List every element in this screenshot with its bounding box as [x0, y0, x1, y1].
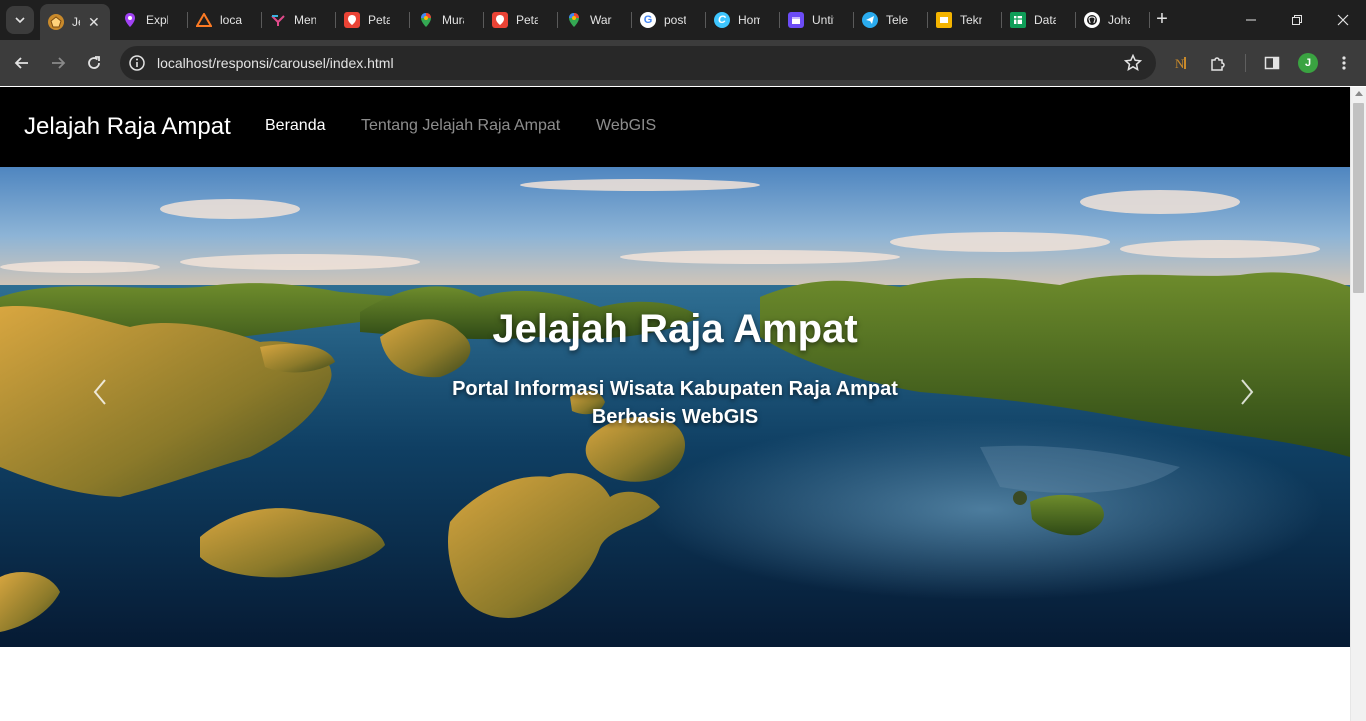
tab-title: postgis: [664, 13, 686, 27]
new-tab-button[interactable]: +: [1152, 8, 1172, 32]
tab-title: Explore: [146, 13, 168, 27]
site-navbar: Jelajah Raja Ampat Beranda Tentang Jelaj…: [0, 87, 1350, 167]
nav-link-tentang[interactable]: Tentang Jelajah Raja Ampat: [361, 117, 560, 135]
page-viewport: Jelajah Raja Ampat Beranda Tentang Jelaj…: [0, 87, 1350, 721]
carousel-next-button[interactable]: [1227, 367, 1267, 417]
tab-home[interactable]: C Home: [706, 4, 780, 36]
minimize-button[interactable]: [1228, 0, 1274, 40]
close-icon[interactable]: ✕: [88, 15, 100, 29]
tab-title: Telegram: [886, 13, 908, 27]
google-slides-icon: [936, 12, 952, 28]
minimize-icon: [1246, 19, 1256, 21]
chevron-right-icon: [1241, 379, 1254, 405]
red-pin-icon: [492, 12, 508, 28]
calendar-app-icon: [788, 12, 804, 28]
tab-title: Johan: [1108, 13, 1130, 27]
svg-text:N: N: [1175, 56, 1185, 71]
tab-explore[interactable]: Explore: [114, 4, 188, 36]
nav-link-beranda[interactable]: Beranda: [265, 117, 326, 135]
forward-button[interactable]: [46, 51, 70, 75]
info-icon[interactable]: [128, 54, 146, 72]
google-g-icon: G: [640, 12, 656, 28]
extensions-puzzle-icon[interactable]: [1208, 53, 1228, 73]
tab-teknik[interactable]: Teknik: [928, 4, 1002, 36]
tab-postgis[interactable]: G postgis: [632, 4, 706, 36]
tab-warung[interactable]: Warung: [558, 4, 632, 36]
tab-title: Data: [1034, 13, 1056, 27]
tab-jelajah-raja-ampat[interactable]: Jelajah Raja Ampat ✕: [40, 4, 110, 40]
tab-title: Teknik: [960, 13, 982, 27]
page-scrollbar[interactable]: [1350, 87, 1366, 721]
tab-peta-1[interactable]: Peta: [336, 4, 410, 36]
github-icon: [1084, 12, 1100, 28]
scroll-thumb[interactable]: [1353, 103, 1364, 293]
restore-button[interactable]: [1274, 0, 1320, 40]
close-window-button[interactable]: [1320, 0, 1366, 40]
menu-kebab-icon[interactable]: [1334, 53, 1354, 73]
extension-ni-icon[interactable]: N: [1172, 53, 1192, 73]
red-pin-icon: [344, 12, 360, 28]
tab-johan[interactable]: Johan: [1076, 4, 1150, 36]
chevron-left-icon: [93, 379, 106, 405]
reload-button[interactable]: [82, 51, 106, 75]
hero-carousel: Jelajah Raja Ampat Portal Informasi Wisa…: [0, 167, 1350, 647]
telegram-icon: [862, 12, 878, 28]
scroll-up-arrow-icon[interactable]: [1355, 91, 1363, 96]
tab-title: Mengenal: [294, 13, 316, 27]
reload-icon: [88, 56, 100, 69]
tab-murah[interactable]: Murah: [410, 4, 484, 36]
arrow-right-icon: [52, 57, 66, 69]
side-panel-icon[interactable]: [1262, 53, 1282, 73]
tab-peta-2[interactable]: Peta: [484, 4, 558, 36]
carousel-prev-button[interactable]: [80, 367, 120, 417]
profile-avatar[interactable]: J: [1298, 53, 1318, 73]
tab-localhost[interactable]: localhost: [188, 4, 262, 36]
carousel-caption-title: Jelajah Raja Ampat: [492, 307, 858, 351]
map-pin-purple-icon: [122, 12, 138, 28]
nav-link-webgis[interactable]: WebGIS: [596, 117, 656, 135]
restore-icon: [1292, 15, 1302, 25]
colorful-logo-icon: [270, 12, 286, 28]
close-icon: [1337, 14, 1349, 26]
back-button[interactable]: [10, 51, 34, 75]
tab-telegram[interactable]: Telegram: [854, 4, 928, 36]
arrow-left-icon: [14, 57, 28, 69]
site-brand[interactable]: Jelajah Raja Ampat: [24, 113, 231, 141]
carousel-caption-subtitle: Portal Informasi Wisata Kabupaten Raja A…: [452, 378, 898, 428]
tab-title: Warung: [590, 13, 612, 27]
chevron-down-icon: [15, 17, 25, 24]
raja-ampat-favicon: [48, 14, 64, 30]
google-maps-icon: [566, 12, 582, 28]
tab-title: Peta: [368, 13, 390, 27]
tab-search-button[interactable]: [6, 6, 34, 34]
address-bar[interactable]: localhost/responsi/carousel/index.html: [120, 46, 1156, 80]
tab-title: localhost: [220, 13, 242, 27]
xampp-icon: [196, 12, 212, 28]
tab-title: Jelajah Raja Ampat: [72, 15, 80, 29]
tab-title: Untitled: [812, 13, 834, 27]
canva-c-icon: C: [714, 12, 730, 28]
tab-title: Murah: [442, 13, 464, 27]
tab-strip: Jelajah Raja Ampat ✕ Explore localhost M…: [0, 0, 1366, 40]
tab-untitled[interactable]: Untitled: [780, 4, 854, 36]
tab-data[interactable]: Data: [1002, 4, 1076, 36]
bookmark-star-icon[interactable]: [1124, 54, 1142, 72]
google-maps-icon: [418, 12, 434, 28]
google-sheets-icon: [1010, 12, 1026, 28]
tab-mengenal[interactable]: Mengenal: [262, 4, 336, 36]
tab-title: Home: [738, 13, 760, 27]
url-text[interactable]: localhost/responsi/carousel/index.html: [157, 55, 394, 71]
tab-title: Peta: [516, 13, 538, 27]
browser-toolbar: localhost/responsi/carousel/index.html N…: [0, 40, 1366, 86]
